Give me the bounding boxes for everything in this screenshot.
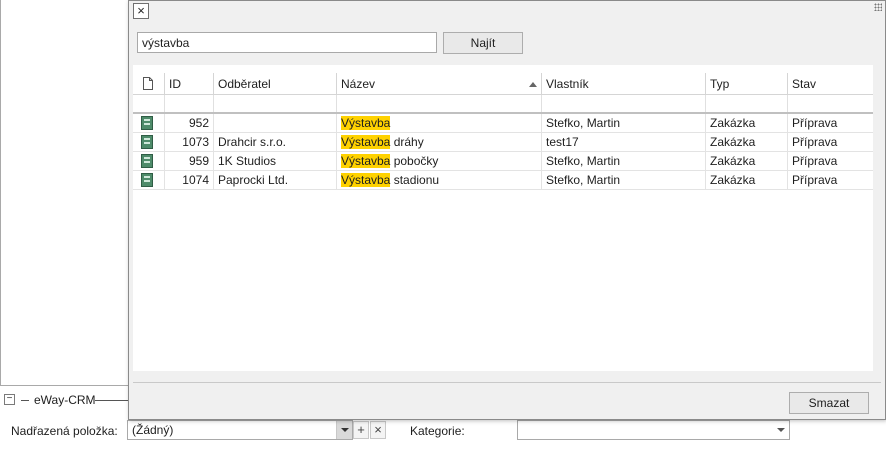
cell-id: 1074 <box>165 171 214 190</box>
section-divider <box>21 400 29 401</box>
row-icon-cell <box>133 152 165 171</box>
column-header-vlastnik[interactable]: Vlastník <box>542 73 706 95</box>
clear-parent-button[interactable]: × <box>370 421 386 439</box>
column-header-nazev-label: Název <box>341 77 376 91</box>
column-header-icon[interactable] <box>133 73 165 95</box>
cell-stav: Příprava <box>792 173 838 187</box>
find-button[interactable]: Najít <box>443 32 523 54</box>
search-popup: × Najít ID Odběratel Název Vlastník Typ … <box>128 0 886 420</box>
category-label: Kategorie: <box>410 424 465 438</box>
cell-vlastnik: Stefko, Martin <box>542 114 706 133</box>
sort-ascending-icon <box>529 82 537 87</box>
row-icon-cell <box>133 171 165 190</box>
category-combo[interactable] <box>517 420 790 440</box>
cell-typ: Zakázka <box>706 152 788 171</box>
filter-cell-nazev[interactable] <box>337 95 542 112</box>
project-icon <box>141 116 153 130</box>
cell-nazev-rest: stadionu <box>390 173 440 187</box>
chevron-down-icon <box>341 428 349 432</box>
cell-id: 959 <box>165 152 214 171</box>
resize-grip-icon[interactable] <box>874 3 882 11</box>
column-header-odberatel[interactable]: Odběratel <box>214 73 337 95</box>
cell-nazev-rest: pobočky <box>390 154 439 168</box>
column-header-stav[interactable]: Stav <box>788 73 873 95</box>
cell-nazev-rest: dráhy <box>390 135 424 149</box>
filter-cell-vlastnik[interactable] <box>542 95 706 112</box>
parent-item-dropdown-button[interactable] <box>336 421 352 439</box>
cell-stav: Příprava <box>792 116 838 130</box>
filter-cell[interactable] <box>133 95 165 112</box>
cell-typ: Zakázka <box>706 133 788 152</box>
search-highlight: Výstavba <box>341 116 391 130</box>
filter-cell-typ[interactable] <box>706 95 788 112</box>
cell-stav: Příprava <box>792 135 838 149</box>
close-popup-button[interactable]: × <box>133 3 149 19</box>
search-highlight: Výstavba <box>341 173 391 187</box>
table-row[interactable]: 1074 Paprocki Ltd. Výstavba stadionu Ste… <box>133 171 873 190</box>
table-row[interactable]: 1073 Drahcir s.r.o. Výstavba dráhy test1… <box>133 133 873 152</box>
table-row[interactable]: 959 1K Studios Výstavba pobočky Stefko, … <box>133 152 873 171</box>
results-grid: ID Odběratel Název Vlastník Typ Stav 952… <box>133 65 873 371</box>
close-icon: × <box>137 3 145 18</box>
project-icon <box>141 135 153 149</box>
cell-odberatel: Paprocki Ltd. <box>214 171 337 190</box>
cell-typ: Zakázka <box>706 171 788 190</box>
cell-nazev: Výstavba dráhy <box>337 133 542 152</box>
search-highlight: Výstavba <box>341 135 391 149</box>
cell-nazev: Výstavba <box>337 114 542 133</box>
filter-cell-id[interactable] <box>165 95 214 112</box>
row-icon-cell <box>133 114 165 133</box>
filter-row <box>133 95 873 114</box>
filter-cell-stav[interactable] <box>788 95 873 112</box>
parent-item-combo[interactable]: (Žádný) <box>127 420 353 440</box>
grid-header: ID Odběratel Název Vlastník Typ Stav <box>133 73 873 95</box>
search-input[interactable] <box>137 32 437 53</box>
cell-stav: Příprava <box>792 154 838 168</box>
cell-id: 952 <box>165 114 214 133</box>
plus-icon: + <box>357 422 365 437</box>
footer-divider <box>133 382 881 383</box>
project-icon <box>141 173 153 187</box>
section-title: eWay-CRM <box>34 393 96 407</box>
search-highlight: Výstavba <box>341 154 391 168</box>
cell-vlastnik: Stefko, Martin <box>542 171 706 190</box>
cell-id: 1073 <box>165 133 214 152</box>
filter-cell-odberatel[interactable] <box>214 95 337 112</box>
document-icon <box>143 77 153 90</box>
parent-item-value: (Žádný) <box>132 423 174 437</box>
cell-nazev: Výstavba pobočky <box>337 152 542 171</box>
cell-odberatel <box>214 114 337 133</box>
section-divider <box>95 400 129 401</box>
cell-typ: Zakázka <box>706 114 788 133</box>
column-header-typ[interactable]: Typ <box>706 73 788 95</box>
parent-item-label: Nadřazená položka: <box>11 424 118 438</box>
chevron-down-icon <box>777 428 785 432</box>
delete-button[interactable]: Smazat <box>789 392 869 414</box>
collapse-toggle-icon[interactable]: − <box>4 394 15 405</box>
column-header-nazev[interactable]: Název <box>337 73 542 95</box>
table-row[interactable]: 952 Výstavba Stefko, Martin Zakázka Příp… <box>133 114 873 133</box>
close-icon: × <box>374 422 382 437</box>
cell-odberatel: 1K Studios <box>214 152 337 171</box>
cell-vlastnik: test17 <box>542 133 706 152</box>
column-header-id[interactable]: ID <box>165 73 214 95</box>
add-parent-button[interactable]: + <box>353 421 369 439</box>
cell-vlastnik: Stefko, Martin <box>542 152 706 171</box>
row-icon-cell <box>133 133 165 152</box>
project-icon <box>141 154 153 168</box>
cell-nazev: Výstavba stadionu <box>337 171 542 190</box>
category-dropdown-button[interactable] <box>773 421 789 439</box>
cell-odberatel: Drahcir s.r.o. <box>214 133 337 152</box>
